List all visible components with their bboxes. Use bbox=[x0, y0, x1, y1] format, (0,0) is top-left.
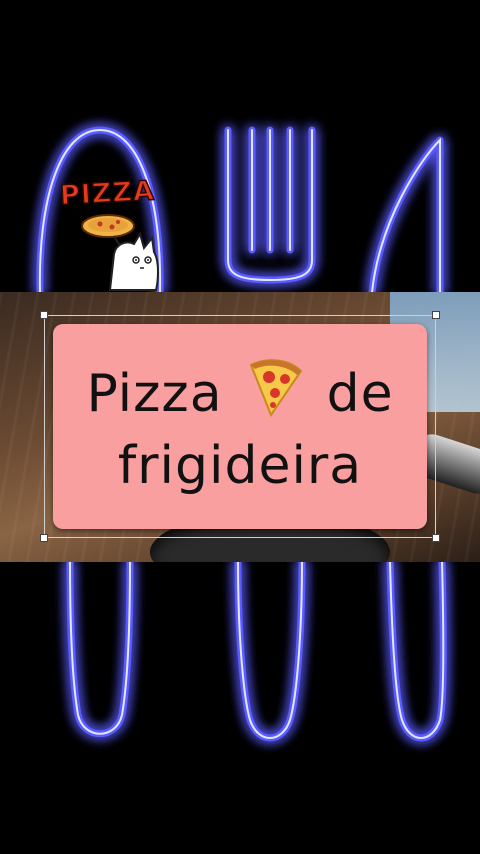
title-word-de: de bbox=[326, 363, 394, 424]
resize-handle-bottom-left[interactable] bbox=[40, 534, 48, 542]
resize-handle-top-left[interactable] bbox=[40, 311, 48, 319]
resize-handle-bottom-right[interactable] bbox=[432, 534, 440, 542]
resize-handle-top-right[interactable] bbox=[432, 311, 440, 319]
title-word-frigideira: frigideira bbox=[117, 435, 363, 496]
title-word-pizza: Pizza bbox=[86, 363, 223, 424]
video-frame: PIZZA Pizza de frigideira bbox=[0, 0, 480, 854]
pizza-cat-sticker[interactable]: PIZZA bbox=[58, 175, 168, 293]
neon-knife-icon bbox=[368, 136, 444, 296]
cat-with-pizza-icon bbox=[81, 214, 159, 291]
pizza-slice-icon bbox=[245, 355, 305, 433]
title-text-card[interactable]: Pizza de frigideira bbox=[53, 324, 427, 529]
